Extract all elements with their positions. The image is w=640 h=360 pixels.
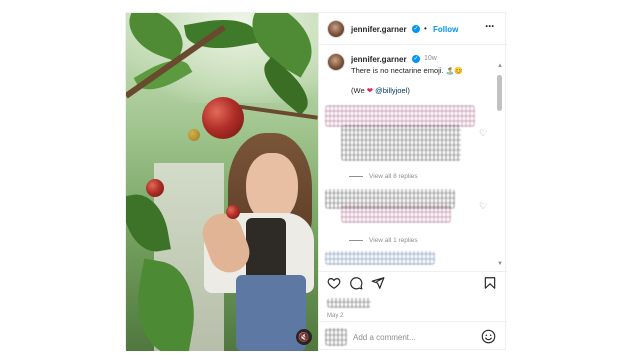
caption-time[interactable]: 10w: [424, 55, 437, 62]
emoji-icon[interactable]: [481, 329, 496, 344]
nectarine: [188, 129, 200, 141]
heart-emoji: ❤: [366, 86, 374, 95]
comment-like-icon[interactable]: ♡: [479, 128, 487, 139]
caption-username[interactable]: jennifer.garner: [351, 55, 407, 64]
scroll-thumb[interactable]: [497, 75, 502, 111]
verified-badge-icon: ✓: [412, 55, 420, 63]
send-icon[interactable]: [371, 276, 385, 290]
heart-icon[interactable]: [327, 276, 341, 290]
comments-scrollbar[interactable]: ▲ ▼: [497, 63, 503, 273]
header-username[interactable]: jennifer.garner: [351, 25, 407, 34]
nectarine-in-hand: [226, 205, 240, 219]
caption-line-1: There is no nectarine emoji. 🏝️😊: [351, 66, 463, 75]
mention-link[interactable]: @billyjoel: [375, 86, 407, 95]
blurred-viewer-avatar: [325, 328, 347, 346]
nectarine: [146, 179, 164, 197]
view-replies-link[interactable]: View all 8 replies: [349, 173, 418, 180]
blurred-likes-count[interactable]: [327, 298, 371, 308]
blurred-commenter: [325, 105, 475, 127]
nectarine: [202, 97, 244, 139]
blurred-comment-text: [341, 125, 461, 161]
scroll-up-icon[interactable]: ▲: [497, 63, 503, 69]
action-bar: [319, 271, 507, 293]
separator-dot: •: [424, 24, 427, 33]
view-replies-link[interactable]: View all 1 replies: [349, 237, 418, 244]
caption-emojis: 🏝️😊: [445, 68, 464, 75]
caption-line-2-suffix: ): [407, 86, 410, 95]
add-comment-input[interactable]: Add a comment...: [353, 333, 416, 342]
avatar[interactable]: [327, 20, 345, 38]
caption-avatar[interactable]: [327, 53, 345, 71]
comment-like-icon[interactable]: ♡: [479, 201, 487, 212]
bookmark-icon[interactable]: [483, 276, 497, 290]
blurred-commenter: [325, 251, 435, 265]
speaker-muted-icon[interactable]: 🔇: [296, 329, 312, 345]
follow-button[interactable]: Follow: [433, 25, 458, 34]
caption-line-2: (We ❤ @billyjoel): [351, 86, 410, 95]
post-date[interactable]: May 2: [327, 313, 343, 319]
caption-line-1-text: There is no nectarine emoji.: [351, 66, 444, 75]
comment-icon[interactable]: [349, 276, 363, 290]
post-sidebar: jennifer.garner ✓ • Follow ··· jennifer.…: [318, 13, 507, 351]
add-comment-bar: Add a comment...: [319, 321, 507, 351]
instagram-post-modal: 🔇 jennifer.garner ✓ • Follow ··· jennife…: [125, 12, 507, 351]
more-options-icon[interactable]: ···: [485, 19, 495, 33]
post-header: jennifer.garner ✓ • Follow ···: [319, 13, 507, 45]
verified-badge-icon: ✓: [412, 25, 420, 33]
scroll-down-icon[interactable]: ▼: [497, 261, 503, 267]
caption-line-2-prefix: (We: [351, 86, 365, 95]
post-media[interactable]: 🔇: [126, 13, 318, 351]
blurred-comment-text: [341, 205, 451, 223]
